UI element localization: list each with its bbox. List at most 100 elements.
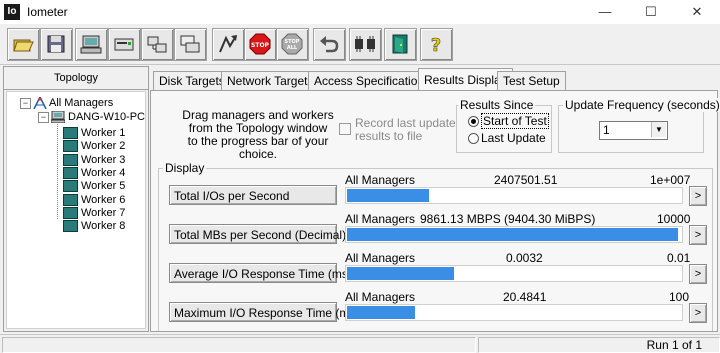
worker-icon bbox=[63, 207, 78, 220]
tab-network-targets[interactable]: Network Targets bbox=[221, 71, 320, 91]
metric-scope-label: All Managers bbox=[345, 251, 416, 265]
start-of-test-radio[interactable] bbox=[468, 116, 479, 127]
metric-progress-fill bbox=[347, 189, 429, 202]
worker-icon bbox=[63, 194, 78, 207]
tree-label: Worker 2 bbox=[81, 140, 126, 152]
worker-icon bbox=[63, 180, 78, 193]
all-managers-icon bbox=[33, 96, 47, 110]
metric-progress-fill bbox=[347, 306, 415, 319]
metric-progress-bar bbox=[345, 265, 683, 282]
toolbar: STOP STOP ALL ? bbox=[0, 24, 720, 65]
topology-header: Topology bbox=[4, 67, 148, 90]
stop-icon[interactable]: STOP bbox=[244, 28, 277, 61]
metric-progress-bar bbox=[345, 187, 683, 204]
tree-item-worker[interactable]: Worker 4 bbox=[63, 167, 125, 180]
worker-icon bbox=[63, 140, 78, 153]
display-label: Display bbox=[163, 161, 207, 175]
metric-value: 20.4841 bbox=[503, 290, 547, 304]
drag-instructions: Drag managers and workers from the Topol… bbox=[182, 108, 334, 161]
tree-label: All Managers bbox=[49, 97, 114, 109]
svg-text:STOP: STOP bbox=[251, 42, 270, 49]
tree-item-worker[interactable]: Worker 1 bbox=[63, 127, 125, 140]
tab-access-specifications[interactable]: Access Specifications bbox=[308, 71, 437, 91]
last-update-label: Last Update bbox=[481, 131, 546, 145]
worker-icon bbox=[63, 220, 78, 233]
run-status: Run 1 of 1 bbox=[646, 338, 702, 352]
tab-disk-targets[interactable]: Disk Targets bbox=[153, 71, 231, 91]
tree-item-worker[interactable]: Worker 5 bbox=[63, 180, 125, 193]
results-since-label: Results Since bbox=[458, 98, 536, 112]
computer-icon bbox=[50, 110, 66, 124]
tree-label: Worker 3 bbox=[81, 154, 126, 166]
tree-label: Worker 1 bbox=[81, 127, 126, 139]
tree-item-all-managers[interactable]: All Managers bbox=[33, 96, 114, 110]
metric-scope-label: All Managers bbox=[345, 290, 416, 304]
duplicate-worker-icon[interactable] bbox=[174, 28, 207, 61]
svg-text:?: ? bbox=[431, 35, 441, 55]
tree-item-worker[interactable]: Worker 2 bbox=[63, 140, 125, 153]
help-icon[interactable]: ? bbox=[420, 28, 453, 61]
metric-progress-bar bbox=[345, 304, 683, 321]
tree-label: Worker 7 bbox=[81, 207, 126, 219]
reset-workers-icon[interactable] bbox=[313, 28, 346, 61]
metric-more-button[interactable]: > bbox=[689, 186, 707, 206]
metric-progress-fill bbox=[347, 228, 678, 241]
metric-more-button[interactable]: > bbox=[689, 303, 707, 323]
metric-value: 9861.13 MBPS (9404.30 MiBPS) bbox=[420, 212, 596, 226]
tree-label: Worker 4 bbox=[81, 167, 126, 179]
metric-scope-label: All Managers bbox=[345, 173, 416, 187]
new-disk-worker-icon[interactable] bbox=[108, 28, 141, 61]
exit-icon[interactable] bbox=[384, 28, 417, 61]
tree-item-worker[interactable]: Worker 3 bbox=[63, 154, 125, 167]
new-network-worker-icon[interactable] bbox=[141, 28, 174, 61]
save-icon[interactable] bbox=[40, 28, 73, 61]
tree-item-worker[interactable]: Worker 8 bbox=[63, 220, 125, 233]
metric-max-value: 100 bbox=[669, 290, 690, 304]
metric-value: 0.0032 bbox=[506, 251, 543, 265]
disconnect-icon[interactable] bbox=[349, 28, 382, 61]
new-manager-icon[interactable] bbox=[75, 28, 108, 61]
start-icon[interactable] bbox=[212, 28, 245, 61]
metric-select-button[interactable]: Average I/O Response Time (ms) bbox=[169, 263, 352, 283]
maximize-icon[interactable]: ☐ bbox=[628, 0, 674, 24]
update-frequency-value: 1 bbox=[603, 123, 610, 137]
metric-max-value: 0.01 bbox=[667, 251, 691, 265]
minimize-icon[interactable]: — bbox=[582, 0, 628, 24]
title-bar: Io Iometer — ☐ ✕ bbox=[0, 0, 720, 25]
metric-value: 2407501.51 bbox=[494, 173, 558, 187]
close-icon[interactable]: ✕ bbox=[674, 0, 720, 24]
chevron-down-icon[interactable]: ▼ bbox=[651, 122, 666, 137]
collapse-icon[interactable]: − bbox=[20, 98, 31, 109]
tree-item-worker[interactable]: Worker 7 bbox=[63, 207, 125, 220]
tree-label: Worker 6 bbox=[81, 194, 126, 206]
window-title: Iometer bbox=[27, 5, 68, 19]
metric-max-value: 10000 bbox=[657, 212, 691, 226]
tree-label: DANG-W10-PC bbox=[68, 111, 146, 123]
last-update-radio[interactable] bbox=[468, 133, 479, 144]
worker-icon bbox=[63, 167, 78, 180]
status-bar: Run 1 of 1 bbox=[0, 334, 720, 353]
metric-more-button[interactable]: > bbox=[689, 264, 707, 284]
tree-item-worker[interactable]: Worker 6 bbox=[63, 194, 125, 207]
tree-label: Worker 5 bbox=[81, 180, 126, 192]
metric-select-button[interactable]: Maximum I/O Response Time (ms) bbox=[169, 302, 359, 322]
worker-icon bbox=[63, 127, 78, 140]
start-of-test-label: Start of Test bbox=[481, 113, 549, 129]
topology-panel: Topology − All Managers − DANG-W10-PC Wo… bbox=[3, 66, 149, 332]
record-last-update-checkbox[interactable] bbox=[339, 123, 351, 135]
metric-progress-fill bbox=[347, 267, 454, 280]
collapse-icon[interactable]: − bbox=[38, 112, 49, 123]
worker-icon bbox=[63, 154, 78, 167]
metric-max-value: 1e+007 bbox=[650, 173, 691, 187]
tab-test-setup[interactable]: Test Setup bbox=[497, 71, 566, 91]
record-last-update-label: Record last update results to file bbox=[355, 116, 456, 143]
tree-item-manager[interactable]: DANG-W10-PC bbox=[50, 110, 146, 124]
open-icon[interactable] bbox=[7, 28, 40, 61]
stop-all-icon[interactable]: STOP ALL bbox=[276, 28, 309, 61]
metric-scope-label: All Managers bbox=[345, 212, 416, 226]
metric-select-button[interactable]: Total MBs per Second (Decimal) bbox=[169, 224, 346, 244]
tree-label: Worker 8 bbox=[81, 220, 126, 232]
metric-select-button[interactable]: Total I/Os per Second bbox=[169, 185, 337, 205]
metric-more-button[interactable]: > bbox=[689, 225, 707, 245]
topology-tree[interactable]: − All Managers − DANG-W10-PC Worker 1 Wo… bbox=[6, 91, 146, 329]
